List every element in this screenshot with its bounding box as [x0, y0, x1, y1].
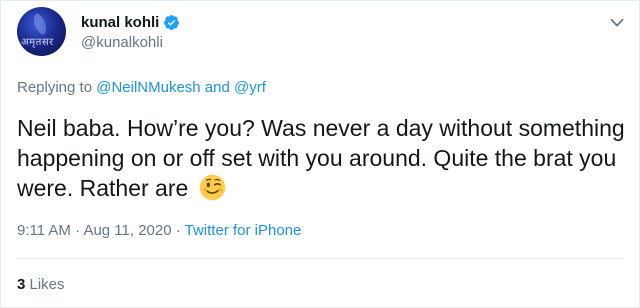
tweet-date[interactable]: Aug 11, 2020 [83, 222, 171, 239]
avatar-decoration [31, 11, 49, 37]
verified-badge-icon [164, 14, 180, 30]
author-handle[interactable]: @kunalkohli [81, 34, 180, 51]
divider [17, 258, 623, 259]
tweet-source[interactable]: Twitter for iPhone [185, 222, 302, 239]
tweet-meta: 9:11 AM · Aug 11, 2020 · Twitter for iPh… [17, 222, 301, 239]
likes-label: Likes [25, 276, 65, 293]
tweet-menu-button[interactable] [609, 15, 625, 31]
avatar-text: अमृतसर [21, 37, 54, 48]
meta-separator: · [70, 222, 84, 239]
name-row: kunal kohli [81, 12, 180, 32]
likes-stat[interactable]: 3 Likes [17, 276, 65, 293]
author-identity: kunal kohli @kunalkohli [81, 12, 180, 51]
tweet-time[interactable]: 9:11 AM [17, 222, 71, 239]
reply-mention-neilnmukesh[interactable]: @NeilNMukesh [96, 79, 200, 96]
tweet-text-content: Neil baba. How’re you? Was never a day w… [17, 115, 625, 201]
avatar[interactable]: अमृतसर [17, 7, 66, 56]
replying-prefix: Replying to [17, 79, 97, 96]
winking-face-emoji [199, 174, 225, 201]
chevron-down-icon [610, 18, 624, 27]
author-name[interactable]: kunal kohli [81, 14, 159, 31]
reply-joiner: and [200, 79, 235, 96]
replying-to: Replying to @NeilNMukesh and @yrf [17, 79, 266, 96]
meta-separator: · [171, 222, 185, 239]
reply-mention-yrf[interactable]: @yrf [234, 79, 266, 96]
tweet-card: अमृतसर kunal kohli @kunalkohli Replying … [0, 0, 640, 308]
tweet-header: अमृतसर kunal kohli @kunalkohli [17, 7, 180, 56]
tweet-text: Neil baba. How’re you? Was never a day w… [17, 113, 625, 203]
